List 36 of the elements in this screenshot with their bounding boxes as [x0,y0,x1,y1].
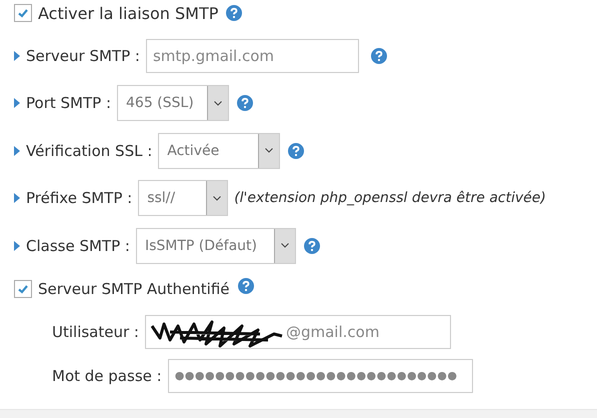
check-icon [17,282,29,294]
field-label: Serveur SMTP : [26,46,140,64]
field-note: (l'extension php_openssl devra être activée) [234,190,546,206]
dropdown[interactable]: 465 (SSL) [117,85,229,121]
field-label: Classe SMTP : [26,236,130,254]
checkbox-label: Serveur SMTP Authentifié [38,280,230,298]
help-icon[interactable] [226,5,242,21]
help-icon[interactable] [370,48,387,64]
help-icon[interactable] [238,278,254,294]
help-icon[interactable] [304,238,320,254]
text-field[interactable]: ●●●●●●●●●●●●●●●●●●●●●●●●●●●● [168,358,473,392]
bullet-icon [14,146,20,156]
help-icon[interactable] [237,95,253,111]
dropdown[interactable]: IsSMTP (Défaut) [136,228,296,264]
chevron-down-icon [265,148,274,153]
text-field[interactable]: smtp.gmail.com [146,38,359,72]
field-label: Vérification SSL : [26,142,152,160]
chevron-down-icon [280,243,289,248]
chevron-down-icon [213,196,222,200]
field-label: Préfixe SMTP : [26,189,132,207]
bullet-icon [14,50,20,60]
bullet-icon [14,98,20,108]
field-label: Port SMTP : [26,94,111,112]
bullet-icon [14,193,20,203]
field-label: Mot de passe : [52,366,162,384]
field-label: Utilisateur : [52,322,139,340]
check-icon [17,7,29,19]
dropdown[interactable]: ssl// [138,180,228,216]
help-icon[interactable] [288,142,304,158]
checkbox-label: Activer la liaison SMTP [38,4,218,22]
text-field[interactable]: @gmail.com [144,314,451,348]
bullet-icon [14,240,20,250]
checkbox[interactable] [14,280,32,298]
chevron-down-icon [214,100,222,106]
dropdown[interactable]: Activée [158,132,280,168]
checkbox[interactable] [14,4,32,22]
